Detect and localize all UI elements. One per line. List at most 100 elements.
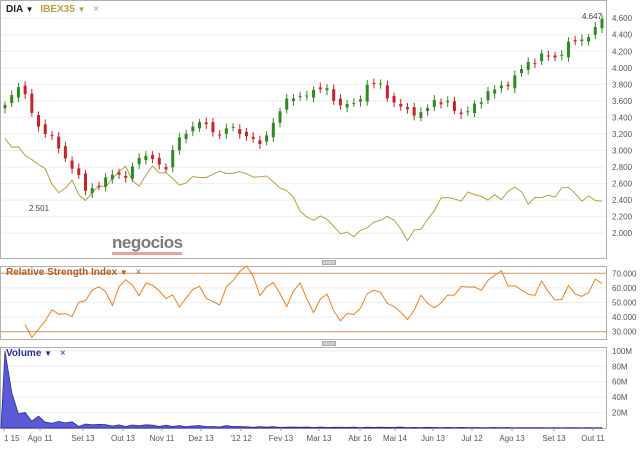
x-tick-label: Abr 16: [348, 434, 372, 443]
candle-body: [117, 172, 121, 175]
candle-body: [251, 136, 255, 139]
candle-body: [164, 167, 168, 170]
volume-legend: Volume ▼ ×: [6, 348, 66, 359]
y-tick-label: 30.000: [612, 328, 637, 337]
candle-body: [506, 84, 510, 87]
compare-label[interactable]: IBEX35: [40, 4, 74, 15]
candle-body: [392, 95, 396, 103]
candle-body: [3, 104, 7, 109]
candle-body: [432, 99, 436, 107]
candle-body: [124, 175, 128, 178]
candle-body: [77, 168, 81, 175]
close-icon[interactable]: ×: [60, 348, 66, 359]
candle-body: [70, 160, 74, 169]
y-tick-label: 40.000: [612, 313, 637, 322]
candle-body: [593, 27, 597, 35]
candle-body: [479, 102, 483, 104]
x-tick-label: Ago 11: [28, 434, 53, 443]
pane-resize-handle[interactable]: [322, 260, 336, 265]
candle-body: [419, 112, 423, 118]
candle-body: [446, 100, 450, 103]
candle-body: [231, 126, 235, 128]
candle-body: [493, 89, 497, 94]
caret-down-icon[interactable]: ▼: [26, 5, 34, 14]
candle-body: [184, 133, 188, 139]
y-tick-label: 80M: [612, 362, 628, 371]
candle-body: [587, 37, 591, 42]
y-tick-label: 4.400: [612, 31, 633, 40]
candle-body: [520, 69, 524, 74]
y-tick-label: 2.000: [612, 229, 633, 238]
candle-body: [137, 157, 141, 165]
rsi-label[interactable]: Relative Strength Index: [6, 267, 117, 278]
y-tick-label: 2.600: [612, 180, 633, 189]
y-tick-label: 3.000: [612, 147, 633, 156]
candle-body: [171, 150, 175, 168]
candle-body: [566, 41, 570, 58]
candle-body: [426, 107, 430, 112]
candle-body: [265, 135, 269, 142]
caret-down-icon[interactable]: ▼: [120, 268, 128, 277]
candle-body: [278, 111, 282, 123]
candle-body: [43, 124, 47, 134]
candle-body: [291, 98, 295, 102]
series-label[interactable]: DIA: [6, 4, 23, 15]
candle-body: [244, 131, 248, 137]
x-tick-label: Nov 11: [150, 434, 175, 443]
candle-body: [486, 91, 490, 101]
candle-body: [359, 99, 363, 102]
y-tick-label: 2.800: [612, 163, 633, 172]
y-tick-label: 4.600: [612, 14, 633, 23]
candle-body: [412, 107, 416, 116]
candle-body: [580, 39, 584, 42]
candle-body: [526, 61, 530, 70]
x-tick-label: Fev 13: [269, 434, 294, 443]
candle-body: [50, 134, 54, 136]
candle-body: [151, 154, 155, 159]
y-tick-label: 4.000: [612, 64, 633, 73]
min-value-label: 2.501: [29, 204, 50, 213]
candle-body: [533, 63, 537, 65]
x-tick-label: '12 12: [230, 434, 252, 443]
candle-body: [10, 95, 14, 104]
volume-label[interactable]: Volume: [6, 348, 41, 359]
y-tick-label: 3.800: [612, 80, 633, 89]
x-tick-label: Dez 13: [188, 434, 214, 443]
caret-down-icon[interactable]: ▼: [44, 349, 52, 358]
y-tick-label: 20M: [612, 409, 628, 418]
candle-body: [540, 53, 544, 62]
candle-body: [144, 155, 148, 161]
pane-resize-handle[interactable]: [322, 341, 336, 346]
candle-body: [466, 111, 470, 113]
chart-svg: 2.000 2.200 2.400 2.600 2.800 3.000 3.200 3.400…: [0, 0, 637, 443]
candle-body: [191, 126, 195, 132]
candle-body: [157, 157, 161, 165]
candle-body: [37, 115, 41, 127]
candle-body: [204, 122, 208, 125]
y-tick-label: 2.200: [612, 213, 633, 222]
candle-body: [560, 54, 564, 56]
candle-body: [23, 85, 27, 95]
candle-body: [318, 87, 322, 90]
y-tick-label: 40M: [612, 393, 628, 402]
x-tick-label: Set 13: [71, 434, 95, 443]
candle-body: [83, 173, 87, 191]
caret-down-icon[interactable]: ▼: [78, 5, 86, 14]
x-tick-label: Mar 13: [307, 434, 332, 443]
candle-body: [90, 187, 94, 194]
x-tick-label: Ago 13: [499, 434, 525, 443]
rsi-legend: Relative Strength Index ▼ ×: [6, 267, 141, 278]
y-tick-label: 3.600: [612, 97, 633, 106]
candle-body: [97, 186, 101, 188]
close-icon[interactable]: ×: [136, 267, 142, 278]
candle-body: [459, 112, 463, 115]
y-tick-label: 3.200: [612, 130, 633, 139]
candle-body: [546, 55, 550, 57]
close-icon[interactable]: ×: [93, 4, 99, 15]
candle-body: [372, 82, 376, 85]
y-tick-label: 2.400: [612, 196, 633, 205]
candle-body: [365, 84, 369, 102]
y-tick-label: 100M: [612, 347, 632, 356]
candle-body: [345, 103, 349, 108]
candle-body: [553, 55, 557, 58]
